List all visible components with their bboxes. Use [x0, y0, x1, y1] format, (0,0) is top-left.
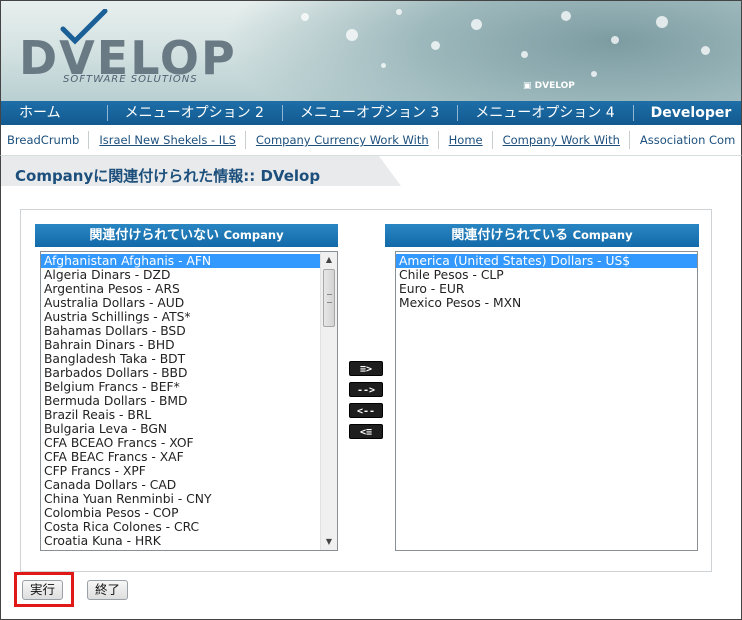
list-option[interactable]: Bahamas Dollars - BSD	[41, 324, 320, 338]
scroll-down-arrow-icon[interactable]: ▼	[321, 534, 337, 550]
banner-dot	[346, 29, 358, 41]
list-option[interactable]: Croatia Kuna - HRK	[41, 534, 320, 548]
banner-dot	[521, 51, 528, 58]
list-option[interactable]: CFA BCEAO Francs - XOF	[41, 436, 320, 450]
unassociated-header: 関連付けられていない Company	[35, 224, 338, 247]
banner-dot	[471, 19, 482, 30]
scroll-up-arrow-icon[interactable]: ▲	[321, 252, 337, 268]
add-all-button[interactable]: ≡>	[349, 361, 383, 376]
header-banner: DVELOP SOFTWARE SOLUTIONS ▣ DVELOP	[0, 0, 742, 101]
unassociated-header-entity: Company	[223, 228, 284, 242]
nav-item-menu-option-2[interactable]: メニューオプション 2	[106, 101, 282, 125]
list-option[interactable]: Euro - EUR	[396, 282, 697, 296]
remove-button[interactable]: <--	[349, 403, 383, 418]
remove-all-button[interactable]: <≡	[349, 424, 383, 439]
small-logo-icon: ▣	[523, 81, 532, 91]
unassociated-options: Afghanistan Afghanis - AFN Algeria Dinar…	[41, 254, 320, 548]
list-option[interactable]: Bangladesh Taka - BDT	[41, 352, 320, 366]
unassociated-header-label: 関連付けられていない	[89, 228, 220, 243]
associated-listbox[interactable]: America (United States) Dollars - US$ Ch…	[395, 251, 698, 551]
small-logo: ▣ DVELOP	[523, 81, 575, 91]
list-option[interactable]: Australia Dollars - AUD	[41, 296, 320, 310]
banner-dot	[431, 41, 440, 50]
list-option[interactable]: Bulgaria Leva - BGN	[41, 422, 320, 436]
list-option[interactable]: Belgium Francs - BEF*	[41, 380, 320, 394]
breadcrumb-link-ils[interactable]: Israel New Shekels - ILS	[99, 133, 246, 147]
page-title: Companyに関連付けられた情報:: DVelop	[15, 167, 321, 185]
breadcrumb-link-company-currency[interactable]: Company Currency Work With	[256, 133, 439, 147]
banner-dot	[611, 36, 619, 44]
nav-item-menu-option-3[interactable]: メニューオプション 3	[281, 101, 457, 125]
list-option[interactable]: Canada Dollars - CAD	[41, 478, 320, 492]
banner-dot	[381, 63, 386, 68]
banner-decoration	[221, 1, 741, 101]
breadcrumb-link-home[interactable]: Home	[449, 133, 493, 147]
nav-item-home[interactable]: ホーム	[1, 101, 107, 125]
associated-header-entity: Company	[572, 228, 633, 242]
list-option[interactable]: Costa Rica Colones - CRC	[41, 520, 320, 534]
list-option[interactable]: America (United States) Dollars - US$	[396, 254, 697, 268]
banner-dot	[701, 46, 710, 55]
list-option[interactable]: CFA BEAC Francs - XAF	[41, 450, 320, 464]
breadcrumb-root: BreadCrumb	[7, 133, 80, 147]
list-option[interactable]: Barbados Dollars - BBD	[41, 366, 320, 380]
scroll-thumb[interactable]	[323, 269, 335, 327]
main-nav: ホーム メニューオプション 2 メニューオプション 3 メニューオプション 4 …	[0, 101, 742, 125]
associated-header-label: 関連付けられている	[451, 228, 569, 243]
banner-dot	[396, 9, 402, 15]
list-option[interactable]: Bahrain Dinars - BHD	[41, 338, 320, 352]
associated-header: 関連付けられている Company	[385, 224, 699, 247]
run-button[interactable]: 実行	[22, 580, 64, 600]
add-button[interactable]: -->	[349, 382, 383, 397]
list-option[interactable]: Chile Pesos - CLP	[396, 268, 697, 282]
main-content: Companyに関連付けられた情報:: DVelop 関連付けられていない Co…	[0, 156, 742, 620]
breadcrumb-current: Association Com	[639, 133, 736, 147]
list-option[interactable]: Austria Schillings - ATS*	[41, 310, 320, 324]
banner-dot	[656, 16, 668, 28]
list-option[interactable]: Colombia Pesos - COP	[41, 506, 320, 520]
list-option[interactable]: Algeria Dinars - DZD	[41, 268, 320, 282]
nav-item-developer[interactable]: Developer	[632, 101, 741, 125]
associated-options: America (United States) Dollars - US$ Ch…	[396, 254, 697, 310]
list-option[interactable]: Mexico Pesos - MXN	[396, 296, 697, 310]
logo-tagline: SOFTWARE SOLUTIONS	[63, 74, 198, 85]
list-option[interactable]: China Yuan Renminbi - CNY	[41, 492, 320, 506]
list-option[interactable]: Argentina Pesos - ARS	[41, 282, 320, 296]
breadcrumb-link-company-work-with[interactable]: Company Work With	[503, 133, 630, 147]
association-panel: 関連付けられていない Company 関連付けられている Company Afg…	[20, 209, 712, 572]
nav-item-menu-option-4[interactable]: メニューオプション 4	[457, 101, 632, 125]
banner-dot	[301, 13, 309, 21]
list-option[interactable]: Afghanistan Afghanis - AFN	[41, 254, 320, 268]
banner-dot	[591, 71, 597, 77]
list-option[interactable]: Bermuda Dollars - BMD	[41, 394, 320, 408]
left-scrollbar[interactable]: ▲ ▼	[320, 252, 337, 550]
list-option[interactable]: Brazil Reais - BRL	[41, 408, 320, 422]
breadcrumb: BreadCrumb Israel New Shekels - ILS Comp…	[0, 125, 742, 156]
small-logo-text: DVELOP	[534, 81, 575, 91]
exit-button[interactable]: 終了	[87, 580, 129, 600]
banner-dot	[561, 11, 571, 21]
list-option[interactable]: CFP Francs - XPF	[41, 464, 320, 478]
unassociated-listbox[interactable]: Afghanistan Afghanis - AFN Algeria Dinar…	[40, 251, 338, 551]
